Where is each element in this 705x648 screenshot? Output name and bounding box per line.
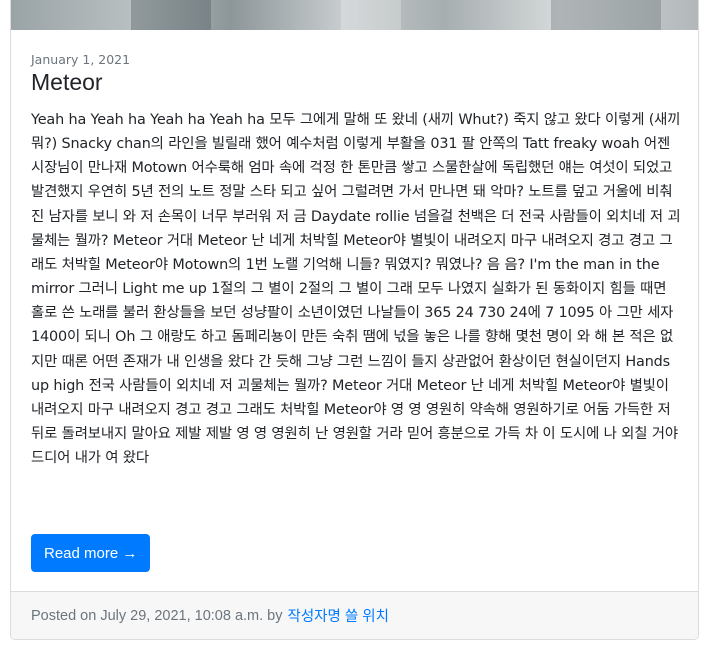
post-cover-image <box>11 0 698 30</box>
post-excerpt: Yeah ha Yeah ha Yeah ha Yeah ha 모두 그에게 말… <box>31 112 681 467</box>
post-date: January 1, 2021 <box>31 52 131 67</box>
post-card: January 1, 2021 Meteor Yeah ha Yeah ha Y… <box>10 0 699 640</box>
post-footer: Posted on July 29, 2021, 10:08 a.m. by 작… <box>11 591 698 639</box>
post-title: Meteor <box>31 69 103 95</box>
author-link[interactable]: 작성자명 쓸 위치 <box>288 605 389 626</box>
posted-on-text: Posted on July 29, 2021, 10:08 a.m. by <box>31 607 283 624</box>
read-more-button[interactable]: Read more → <box>31 534 151 572</box>
